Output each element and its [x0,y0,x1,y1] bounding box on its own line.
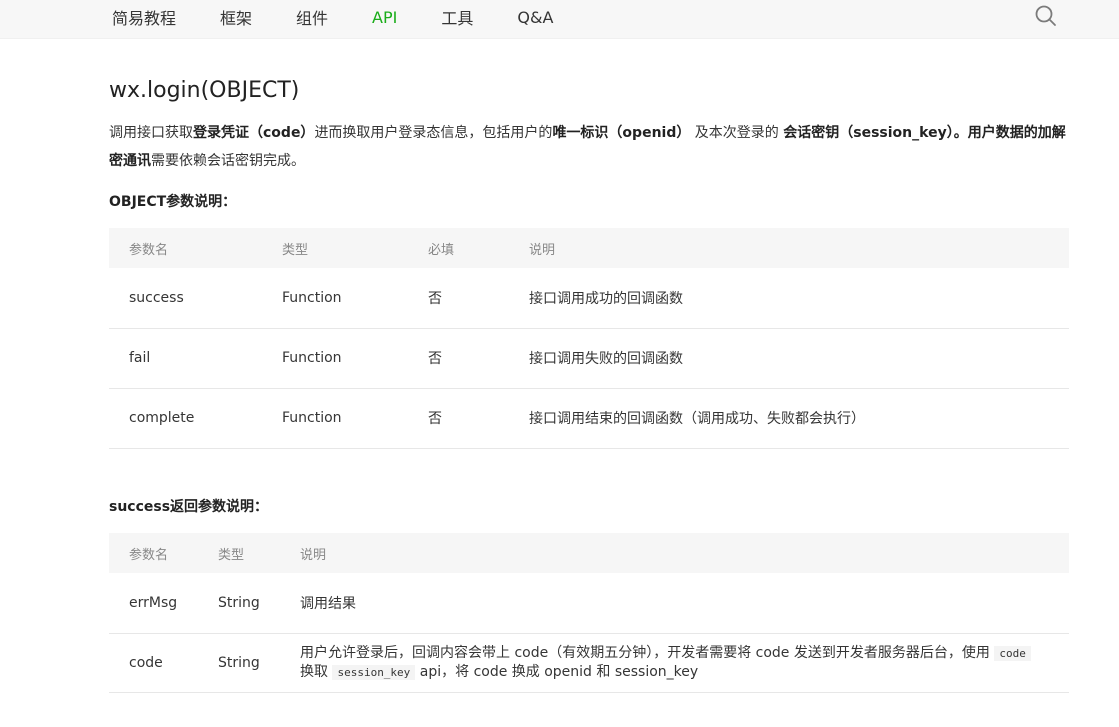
param-desc: 调用结果 [280,573,1069,634]
success-params-title: success返回参数说明： [109,499,269,515]
inline-code-code: code [994,645,1031,661]
header-param-name: 参数名 [129,242,169,258]
table-row: success Function 否 接口调用成功的回调函数 [109,268,1069,329]
param-type: Function [262,328,408,389]
param-desc: 用户允许登录后，回调内容会带上 code（有效期五分钟），开发者需要将 code… [280,633,1069,693]
page-title: wx.login(OBJECT) [109,78,300,103]
param-type: Function [262,388,408,449]
param-desc: 接口调用结束的回调函数（调用成功、失败都会执行） [509,388,1069,449]
param-required: 否 [408,388,509,449]
header-param-name: 参数名 [129,547,169,563]
search-icon [1035,5,1056,26]
desc-text-3: 及本次登录的 [690,125,784,141]
desc-bold-code: 登录凭证（code） [193,125,315,141]
param-type: String [198,573,280,634]
param-type: String [198,633,280,693]
nav-item-api[interactable]: API [372,8,397,27]
top-nav: 简易教程 框架 组件 API 工具 Q&A [0,0,1119,39]
code-desc-text-1: 用户允许登录后，回调内容会带上 code（有效期五分钟），开发者需要将 code… [300,644,995,661]
api-description: 调用接口获取登录凭证（code）进而换取用户登录态信息，包括用户的唯一标识（op… [109,119,1069,175]
param-name: success [109,268,262,329]
nav-item-components[interactable]: 组件 [296,5,328,29]
table-row: complete Function 否 接口调用结束的回调函数（调用成功、失败都… [109,388,1069,449]
header-type: 类型 [218,547,245,563]
param-name: errMsg [109,573,198,634]
desc-bold-openid: 唯一标识（openid） [552,125,691,141]
code-desc-text-2: 换取 [300,663,333,680]
search-button[interactable] [1034,4,1058,28]
desc-text-2: 进而换取用户登录态信息，包括用户的 [314,125,553,141]
nav-items: 简易教程 框架 组件 API 工具 Q&A [112,0,597,34]
header-type: 类型 [282,242,309,258]
param-name: code [109,633,198,693]
success-params-table: 参数名 类型 说明 errMsg String 调用结果 code String… [109,533,1069,693]
desc-text-1: 调用接口获取 [109,125,193,141]
param-name: complete [109,388,262,449]
inline-code-session-key: session_key [332,664,416,680]
param-name: fail [109,328,262,389]
param-desc: 接口调用失败的回调函数 [509,328,1069,389]
table-header-row: 参数名 类型 必填 说明 [109,228,1069,268]
object-params-title: OBJECT参数说明： [109,194,237,210]
header-required: 必填 [428,242,455,258]
nav-item-qa[interactable]: Q&A [517,8,553,27]
nav-item-framework[interactable]: 框架 [220,5,252,29]
table-row: fail Function 否 接口调用失败的回调函数 [109,328,1069,389]
header-description: 说明 [529,242,556,258]
object-params-table: 参数名 类型 必填 说明 success Function 否 接口调用成功的回… [109,228,1069,449]
desc-text-4: 需要依赖会话密钥完成。 [151,153,305,169]
param-required: 否 [408,268,509,329]
table-row: errMsg String 调用结果 [109,573,1069,634]
header-description: 说明 [300,547,327,563]
param-desc: 接口调用成功的回调函数 [509,268,1069,329]
table-header-row: 参数名 类型 说明 [109,533,1069,573]
table-row: code String 用户允许登录后，回调内容会带上 code（有效期五分钟）… [109,633,1069,693]
code-desc-text-3: api，将 code 换成 openid 和 session_key [415,663,699,680]
nav-item-tutorial[interactable]: 简易教程 [112,5,176,29]
nav-item-tools[interactable]: 工具 [441,5,473,29]
param-type: Function [262,268,408,329]
param-required: 否 [408,328,509,389]
